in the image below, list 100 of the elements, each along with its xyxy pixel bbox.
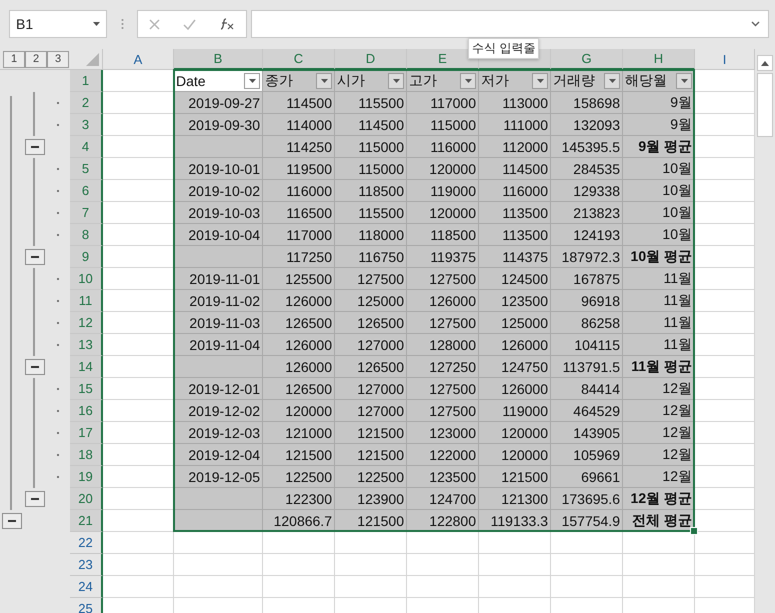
collapse-button[interactable] — [25, 139, 45, 155]
row-header[interactable]: 15 — [70, 378, 103, 400]
table-cell: 10월 — [623, 180, 695, 202]
collapse-button[interactable] — [25, 359, 45, 375]
collapse-button[interactable] — [25, 249, 45, 265]
filter-button[interactable] — [676, 72, 692, 88]
table-cell: 2019-12-05 — [174, 466, 263, 488]
row-header[interactable]: 24 — [70, 576, 103, 598]
table-cell: 118500 — [335, 180, 407, 202]
table-header-cell: 해당월 — [623, 70, 695, 92]
outline-level-button[interactable]: 2 — [25, 50, 47, 68]
filter-button[interactable] — [532, 72, 548, 88]
minus-icon — [31, 256, 39, 258]
table-cell: 128000 — [407, 334, 479, 356]
caret-icon — [608, 78, 616, 82]
row-header[interactable]: 18 — [70, 444, 103, 466]
row-header[interactable]: 11 — [70, 290, 103, 312]
row-header[interactable]: 5 — [70, 158, 103, 180]
table-cell: 127500 — [407, 312, 479, 334]
caret-icon — [680, 78, 688, 82]
row-header[interactable]: 8 — [70, 224, 103, 246]
name-box[interactable]: B1 — [9, 10, 107, 38]
filter-button[interactable] — [604, 72, 620, 88]
table-cell: 126500 — [335, 356, 407, 378]
column-header[interactable]: C — [263, 49, 335, 70]
minus-icon — [8, 520, 16, 522]
row-header[interactable]: 13 — [70, 334, 103, 356]
grip-icon — [120, 18, 124, 30]
row-header[interactable]: 10 — [70, 268, 103, 290]
table-cell: 132093 — [551, 114, 623, 136]
table-cell: 2019-12-02 — [174, 400, 263, 422]
table-cell: 113500 — [479, 224, 551, 246]
table-cell: 114375 — [479, 246, 551, 268]
table-cell: 115500 — [335, 202, 407, 224]
fill-handle[interactable] — [690, 527, 698, 535]
row-header[interactable]: 19 — [70, 466, 103, 488]
expand-icon[interactable] — [751, 21, 760, 27]
caret-icon — [93, 22, 100, 26]
row-header[interactable]: 22 — [70, 532, 103, 554]
row-header[interactable]: 6 — [70, 180, 103, 202]
table-cell: 124700 — [407, 488, 479, 510]
table-cell: 2019-10-03 — [174, 202, 263, 224]
filter-button[interactable] — [388, 72, 404, 88]
table-cell: 105969 — [551, 444, 623, 466]
table-header-cell: 저가 — [479, 70, 551, 92]
table-cell: 10월 — [623, 158, 695, 180]
table-cell: 86258 — [551, 312, 623, 334]
column-header[interactable]: D — [335, 49, 407, 70]
table-cell: 84414 — [551, 378, 623, 400]
row-header[interactable]: 12 — [70, 312, 103, 334]
row-header[interactable]: 17 — [70, 422, 103, 444]
row-header[interactable]: 1 — [70, 70, 103, 92]
scroll-up-button[interactable] — [757, 55, 773, 71]
filter-button[interactable] — [460, 72, 476, 88]
table-cell: 122800 — [407, 510, 479, 532]
table-cell: 121300 — [479, 488, 551, 510]
table-cell: 187972.3 — [551, 246, 623, 268]
minus-icon — [31, 498, 39, 500]
outline-level-button[interactable]: 3 — [47, 50, 69, 68]
table-cell: 11월 — [623, 290, 695, 312]
table-cell: 120866.7 — [263, 510, 335, 532]
table-cell: 113500 — [479, 202, 551, 224]
row-header[interactable]: 9 — [70, 246, 103, 268]
outline-level-button[interactable]: 1 — [3, 50, 25, 68]
minus-icon — [31, 146, 39, 148]
column-header[interactable]: A — [103, 49, 174, 70]
row-header[interactable]: 25 — [70, 598, 103, 613]
filter-button[interactable] — [316, 72, 332, 88]
table-cell: 145395.5 — [551, 136, 623, 158]
row-header[interactable]: 21 — [70, 510, 103, 532]
collapse-button[interactable] — [25, 491, 45, 507]
collapse-button[interactable] — [2, 513, 22, 529]
table-cell: 115000 — [335, 136, 407, 158]
row-header[interactable]: 14 — [70, 356, 103, 378]
scroll-thumb[interactable] — [757, 73, 773, 137]
table-cell: 124750 — [479, 356, 551, 378]
table-cell: 12월 — [623, 378, 695, 400]
column-header[interactable]: B — [174, 49, 263, 70]
row-header[interactable]: 4 — [70, 136, 103, 158]
row-header[interactable]: 16 — [70, 400, 103, 422]
row-header[interactable]: 3 — [70, 114, 103, 136]
table-header-cell: 거래량 — [551, 70, 623, 92]
row-header[interactable]: 23 — [70, 554, 103, 576]
row-header[interactable]: 2 — [70, 92, 103, 114]
filter-button[interactable] — [244, 72, 260, 88]
table-cell: 115500 — [335, 92, 407, 114]
table-cell: 126000 — [263, 334, 335, 356]
table-cell: 122500 — [335, 466, 407, 488]
table-cell: 158698 — [551, 92, 623, 114]
table-cell: 114250 — [263, 136, 335, 158]
insert-function-icon[interactable] — [218, 17, 235, 31]
table-cell: 12월 — [623, 466, 695, 488]
column-header[interactable]: I — [695, 49, 755, 70]
row-header[interactable]: 7 — [70, 202, 103, 224]
column-header[interactable]: H — [623, 49, 695, 70]
table-cell: 111000 — [479, 114, 551, 136]
table-cell: 126000 — [479, 334, 551, 356]
row-header[interactable]: 20 — [70, 488, 103, 510]
table-cell: 12월 평균 — [623, 488, 695, 510]
column-header[interactable]: G — [551, 49, 623, 70]
